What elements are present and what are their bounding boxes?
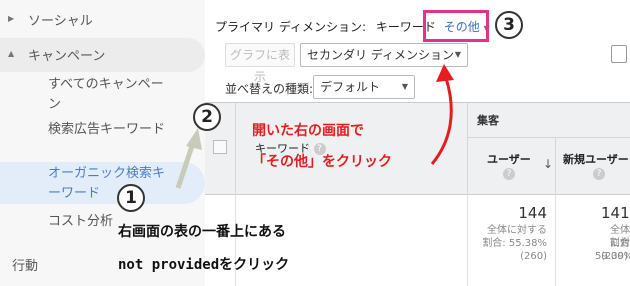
annotation-arrows — [175, 64, 454, 189]
red-arrow — [430, 77, 453, 165]
grey-arrow-head — [186, 128, 202, 150]
step-badge-3: 3 — [495, 11, 523, 39]
step-badge-2: 2 — [193, 103, 221, 131]
instruction-black-line1: 右画面の表の一番上にある — [118, 224, 286, 240]
instruction-red-line1: 開いた右の画面で — [252, 123, 364, 139]
red-arrow-head — [436, 64, 454, 82]
instruction-black-line2: not providedをクリック — [118, 257, 290, 273]
step-badge-1: 1 — [117, 184, 145, 212]
instruction-red-line2: 「その他」をクリック — [252, 154, 392, 170]
